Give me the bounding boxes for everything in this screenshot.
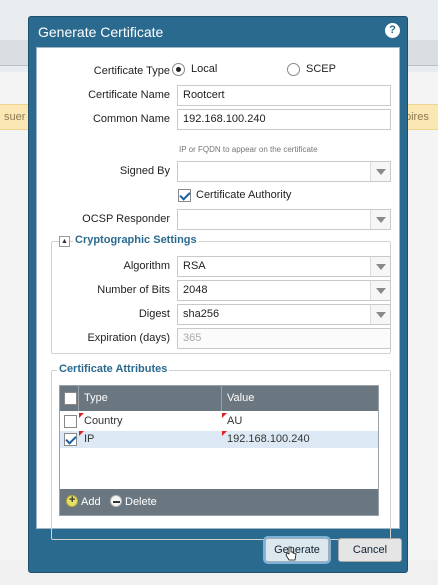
cell-type[interactable]: IP [84,433,94,445]
expiration-row: Expiration (days) 365 [37,328,399,350]
chevron-down-icon[interactable] [370,281,390,300]
select-all-checkbox[interactable] [64,392,77,405]
cell-value[interactable]: AU [227,415,242,427]
plus-circle-icon [66,494,78,507]
chevron-down-icon[interactable] [370,210,390,229]
certificate-type-row: Certificate Type Local SCEP [37,61,399,83]
column-separator [221,386,222,411]
row-checkbox[interactable] [64,415,77,428]
radio-local-label: Local [191,63,218,75]
dialog-body: Certificate Type Local SCEP Certificate … [36,47,400,540]
cancel-button[interactable]: Cancel [338,538,402,562]
number-of-bits-select[interactable]: 2048 [177,280,391,301]
delete-label: Delete [125,496,157,508]
digest-value: sha256 [183,308,220,320]
algorithm-select[interactable]: RSA [177,256,391,277]
certificate-name-label: Certificate Name [88,89,170,101]
common-name-row: Common Name 192.168.100.240 [37,109,399,131]
signed-by-row: Signed By [37,161,399,183]
table-row[interactable]: IP 192.168.100.240 [60,431,378,448]
dialog-title: Generate Certificate [38,24,164,40]
add-label: Add [81,496,101,508]
number-of-bits-value: 2048 [183,284,208,296]
radio-scep[interactable] [287,63,300,76]
table-footer: Add Delete [60,489,378,515]
algorithm-label: Algorithm [123,260,170,272]
certificate-name-input[interactable]: Rootcert [177,85,391,106]
digest-select[interactable]: sha256 [177,304,391,325]
common-name-input[interactable]: 192.168.100.240 [177,109,391,130]
background-text-left: suer [4,111,26,123]
table-header: Type Value [60,386,378,411]
algorithm-row: Algorithm RSA [37,256,399,278]
certificate-type-label: Certificate Type [93,65,170,77]
delete-button[interactable]: Delete [110,495,157,508]
chevron-down-icon[interactable] [370,162,390,181]
certificate-authority-label: Certificate Authority [196,189,292,201]
ocsp-responder-label: OCSP Responder [82,213,170,225]
minus-circle-icon [110,495,122,507]
table-row[interactable]: Country AU [60,413,378,430]
collapse-toggle-icon[interactable]: ▲ [59,236,70,247]
ocsp-responder-select[interactable] [177,209,391,230]
signed-by-select[interactable] [177,161,391,182]
certificate-name-row: Certificate Name Rootcert [37,85,399,107]
row-checkbox[interactable] [64,433,77,446]
dialog-titlebar[interactable]: Generate Certificate ? [29,17,407,47]
certificate-authority-checkbox[interactable] [178,189,191,202]
number-of-bits-label: Number of Bits [97,284,170,296]
common-name-label: Common Name [92,113,170,125]
certificate-authority-row: Certificate Authority [37,187,399,209]
question-circle-icon[interactable]: ? [385,23,400,38]
chevron-down-icon[interactable] [370,257,390,276]
cell-value[interactable]: 192.168.100.240 [227,433,310,445]
number-of-bits-row: Number of Bits 2048 [37,280,399,302]
column-header-type[interactable]: Type [84,392,108,404]
generate-certificate-dialog: Generate Certificate ? Certificate Type … [28,16,408,573]
background-text-right: pires [405,111,429,123]
column-header-value[interactable]: Value [227,392,254,404]
ocsp-responder-row: OCSP Responder [37,209,399,231]
radio-scep-label: SCEP [306,63,336,75]
digest-label: Digest [138,308,170,320]
add-button[interactable]: Add [66,494,101,508]
certificate-attributes-legend: Certificate Attributes [57,363,170,375]
digest-row: Digest sha256 [37,304,399,326]
hand-cursor-icon [285,546,297,561]
generate-button[interactable]: Generate [265,538,329,562]
algorithm-value: RSA [183,260,206,272]
crypto-settings-legend: Cryptographic Settings [73,234,199,246]
signed-by-label: Signed By [119,165,170,177]
expiration-label: Expiration (days) [87,332,170,344]
common-name-hint: IP or FQDN to appear on the certificate [179,145,318,154]
column-separator [78,386,79,411]
radio-local[interactable] [172,63,185,76]
attributes-table: Type Value Country AU IP 192.168.100.240 [59,385,379,516]
expiration-input[interactable]: 365 [177,328,391,349]
chevron-down-icon[interactable] [370,305,390,324]
cell-type[interactable]: Country [84,415,123,427]
